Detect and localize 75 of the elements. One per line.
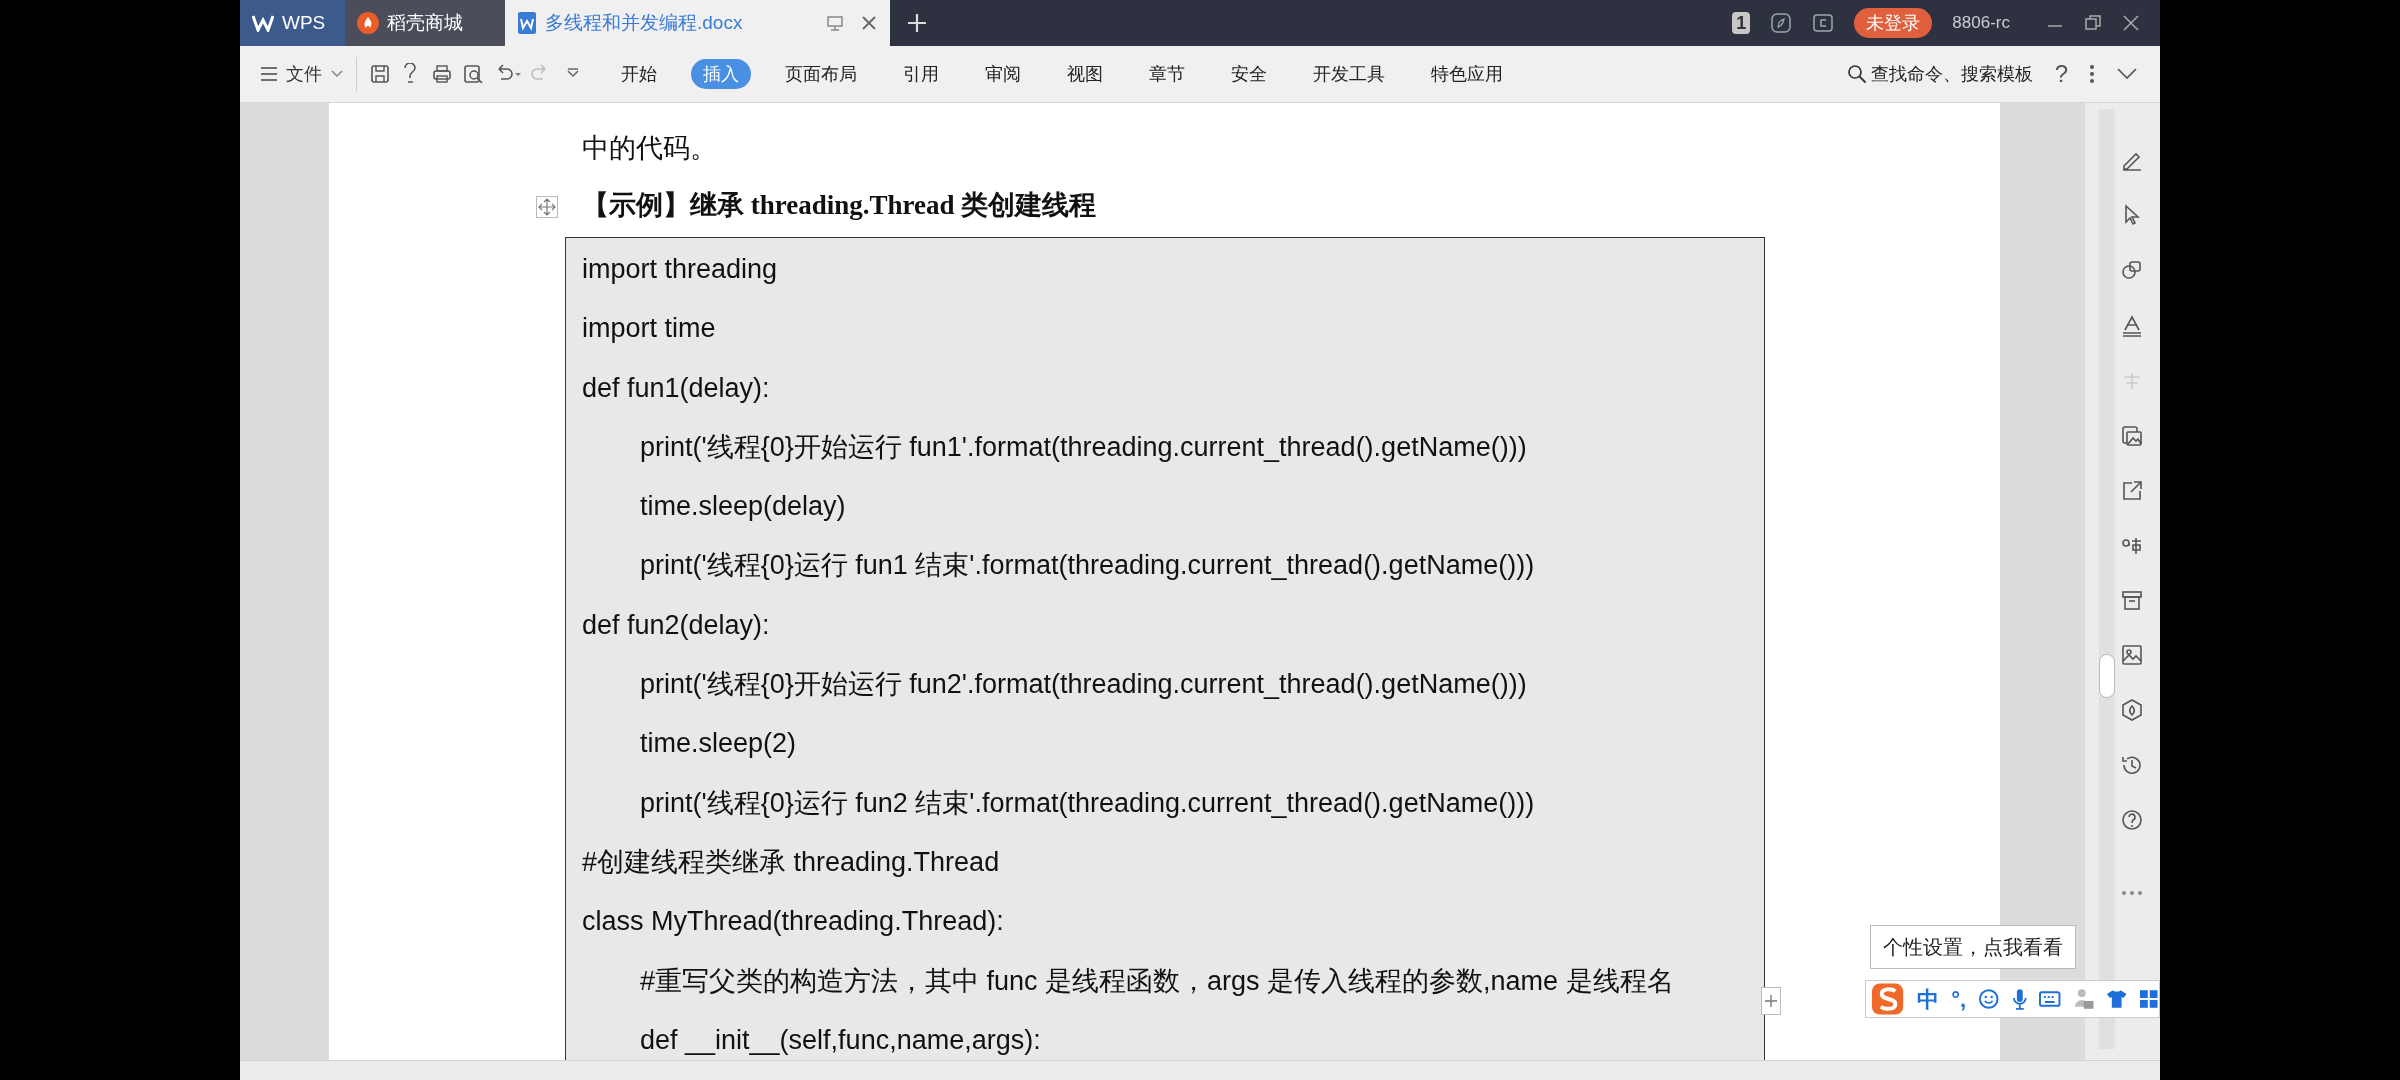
code-line: print('线程{0}运行 fun1 结束'.format(threading.current_thread().getName())) — [639, 549, 1536, 583]
document-tab[interactable]: WPS — [240, 0, 345, 46]
caret-icon — [330, 69, 344, 79]
code-line: #重写父类的构造方法，其中 func 是线程函数，args 是传入线程的参数,name 是线程名 — [639, 964, 1675, 998]
save-icon[interactable] — [369, 63, 391, 85]
shield-icon[interactable] — [2120, 698, 2144, 722]
logo-icon — [252, 14, 274, 32]
ribbon-tab[interactable]: 开发工具 — [1301, 59, 1397, 89]
heading: 【示例】继承 threading.Thread 类创建线程 — [582, 189, 1097, 222]
ribbon-tab[interactable]: 引用 — [891, 59, 951, 89]
smiley-icon[interactable] — [1978, 988, 2000, 1010]
punctuation-toggle[interactable]: °, — [1951, 982, 1967, 1016]
document-icon — [517, 11, 537, 35]
code-line: import time — [582, 312, 717, 346]
archive-icon[interactable] — [2120, 588, 2144, 612]
code-line: #创建线程类继承 threading.Thread — [582, 845, 1001, 879]
help-icon[interactable] — [2120, 808, 2144, 832]
code-line: def __init__(self,func,name,args): — [639, 1023, 1042, 1057]
scrollbar-thumb[interactable] — [2099, 654, 2115, 698]
shirt-icon[interactable] — [2106, 989, 2128, 1009]
document-tab[interactable]: 稻壳商城 — [345, 0, 505, 46]
menu-icon — [260, 66, 278, 82]
shapes-icon[interactable] — [2120, 258, 2144, 282]
page-count-badge: 1 — [1732, 12, 1751, 34]
add-icon[interactable] — [1761, 987, 1781, 1015]
ribbon-tab[interactable]: 特色应用 — [1419, 59, 1515, 89]
code-line: def fun1(delay): — [582, 371, 771, 405]
flame-icon — [357, 12, 379, 34]
search-icon — [1846, 64, 1867, 84]
code-line: print('线程{0}开始运行 fun2'.format(threading.current_thread().getName())) — [639, 668, 1528, 702]
code-line: print('线程{0}开始运行 fun1'.format(threading.current_thread().getName())) — [639, 430, 1528, 464]
more-options-icon[interactable] — [2088, 63, 2096, 85]
code-line: print('线程{0}运行 fun2 结束'.format(threading.current_thread().getName())) — [639, 786, 1536, 820]
ribbon-tab[interactable]: 开始 — [609, 59, 669, 89]
code-line: time.sleep(2) — [639, 727, 798, 761]
image-icon[interactable] — [2120, 643, 2144, 667]
file-menu[interactable]: 文件 — [260, 60, 344, 88]
gallery-icon[interactable] — [2120, 424, 2144, 448]
ribbon-tab[interactable]: 安全 — [1219, 59, 1279, 89]
share-icon[interactable] — [2120, 479, 2144, 503]
input-mode-toggle[interactable]: 中 — [1917, 982, 1940, 1016]
code-line: def fun2(delay): — [582, 608, 771, 642]
history-icon[interactable] — [2120, 753, 2144, 777]
code-line: time.sleep(delay) — [639, 490, 847, 524]
close-icon[interactable] — [860, 14, 878, 32]
tooltip: 个性设置，点我看看 — [1870, 925, 2076, 969]
grid-icon[interactable] — [2139, 989, 2159, 1009]
person-icon[interactable] — [2072, 987, 2094, 1011]
print-icon[interactable] — [431, 63, 453, 85]
move-handle-icon[interactable] — [536, 196, 558, 218]
text-style-icon[interactable] — [2120, 314, 2144, 338]
monitor-icon[interactable] — [826, 14, 844, 32]
more-icon[interactable] — [2121, 889, 2143, 897]
document-tab[interactable]: 多线程和并发编程.docx — [505, 0, 890, 46]
leaf-icon[interactable] — [1770, 12, 1793, 34]
wallet-icon[interactable] — [1812, 12, 1835, 34]
code-line: import threading — [582, 253, 779, 286]
login-button[interactable]: 未登录 — [1854, 8, 1933, 38]
close-icon[interactable] — [2122, 14, 2140, 32]
ribbon-tab[interactable]: 章节 — [1137, 59, 1197, 89]
ribbon-tab[interactable]: 视图 — [1055, 59, 1115, 89]
search-command-field[interactable]: 查找命令、搜索模板 — [1846, 60, 2033, 88]
collapse-icon[interactable] — [2116, 67, 2138, 81]
ribbon-tab[interactable]: 页面布局 — [773, 59, 869, 89]
body-text: 中的代码。 — [582, 132, 718, 165]
ribbon-tab[interactable]: 审阅 — [973, 59, 1033, 89]
help-button[interactable]: ? — [2054, 56, 2068, 92]
new-tab-icon[interactable] — [906, 12, 928, 34]
keyboard-icon[interactable] — [2039, 990, 2061, 1008]
user-name[interactable]: 8806-rc — [1952, 10, 2010, 36]
restore-icon[interactable] — [2084, 14, 2102, 32]
code-line: class MyThread(threading.Thread): — [582, 905, 1005, 939]
print-preview-icon[interactable] — [462, 63, 484, 85]
microphone-icon[interactable] — [2011, 987, 2028, 1011]
logo-icon[interactable] — [1870, 981, 1906, 1017]
